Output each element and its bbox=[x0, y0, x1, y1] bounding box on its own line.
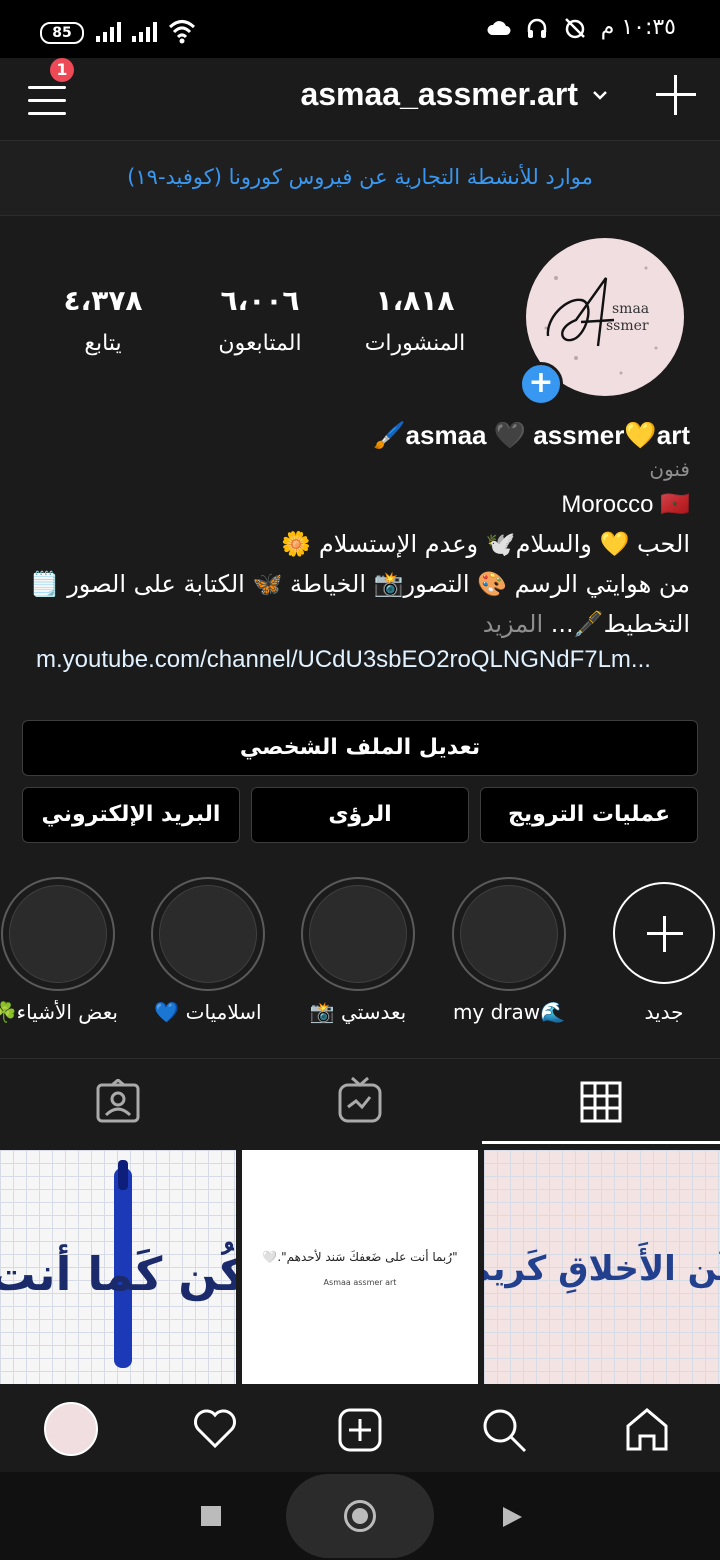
system-navigation-bar bbox=[0, 1472, 720, 1560]
new-highlight-button[interactable] bbox=[613, 882, 715, 984]
highlight-item[interactable] bbox=[151, 877, 265, 991]
active-tab-indicator bbox=[482, 1141, 720, 1144]
back-button[interactable] bbox=[500, 1505, 524, 1529]
highlight-item[interactable] bbox=[301, 877, 415, 991]
highlight-label: اسلاميات 💙 bbox=[154, 1000, 262, 1024]
svg-text:ssmer: ssmer bbox=[606, 318, 649, 334]
covid-resources-link[interactable]: موارد للأنشطة التجارية عن فيروس كورونا (… bbox=[127, 165, 593, 189]
bio-line-4-text: التخطيط🖋️... bbox=[550, 610, 690, 638]
home-icon[interactable] bbox=[624, 1406, 670, 1452]
bio-line-1: Morocco 🇲🇦 bbox=[561, 491, 690, 518]
menu-icon[interactable] bbox=[28, 80, 68, 115]
post-3-image: كُن الأَخلاقِ كَريم bbox=[484, 1241, 720, 1294]
account-switcher[interactable]: asmaa_assmer.art bbox=[300, 76, 608, 113]
svg-text:smaa: smaa bbox=[612, 301, 649, 317]
alarm-off-icon bbox=[564, 17, 585, 38]
website-link[interactable]: m.youtube.com/channel/UCdU3sbEO2roQLNGNd… bbox=[36, 646, 651, 674]
edit-profile-button[interactable]: تعديل الملف الشخصي bbox=[22, 720, 698, 776]
email-button[interactable]: البريد الإلكتروني bbox=[22, 787, 240, 843]
chevron-down-icon bbox=[593, 90, 607, 100]
post-thumbnail[interactable]: "رُبما أنت على ضَعفكَ سَند لأحدهم".🤍 Asm… bbox=[242, 1150, 478, 1384]
home-button[interactable] bbox=[286, 1474, 434, 1558]
highlight-item[interactable] bbox=[452, 877, 566, 991]
bio-line-2: الحب 💛 والسلام🕊️ وعدم الإستسلام 🌼 bbox=[281, 530, 690, 558]
headset-icon bbox=[527, 18, 546, 38]
profile-header: 1 asmaa_assmer.art bbox=[0, 58, 720, 141]
status-bar: 85 ١٠:٣٥ م bbox=[0, 0, 720, 58]
profile-tab-avatar[interactable] bbox=[44, 1402, 98, 1456]
heart-icon[interactable] bbox=[192, 1408, 238, 1450]
insights-button[interactable]: الرؤى bbox=[251, 787, 469, 843]
svg-text:كُن الأَخلاقِ كَريم: كُن الأَخلاقِ كَريم bbox=[484, 1241, 720, 1294]
notification-badge: 1 bbox=[50, 58, 74, 82]
bio-line-4: التخطيط🖋️... المزيد bbox=[483, 610, 690, 638]
posts-count[interactable]: ١،٨١٨ المنشورات bbox=[340, 284, 490, 356]
signal-icon bbox=[96, 20, 121, 42]
recent-apps-button[interactable] bbox=[201, 1506, 221, 1526]
tagged-icon[interactable] bbox=[96, 1079, 140, 1123]
post-thumbnail[interactable]: كُن كَما أنت bbox=[0, 1150, 236, 1384]
cloud-icon bbox=[487, 20, 511, 35]
new-highlight-label: جديد bbox=[644, 1000, 684, 1024]
covid-resources-banner[interactable]: موارد للأنشطة التجارية عن فيروس كورونا (… bbox=[0, 141, 720, 216]
following-count[interactable]: ٤،٣٧٨ يتابع bbox=[28, 284, 178, 356]
promotions-button[interactable]: عمليات الترويج bbox=[480, 787, 698, 843]
highlight-label: بعض الأشياء☘️ bbox=[0, 1000, 118, 1024]
search-icon[interactable] bbox=[480, 1406, 528, 1454]
more-link[interactable]: المزيد bbox=[483, 610, 543, 638]
highlight-label: بعدستي 📸 bbox=[309, 1000, 407, 1024]
bio-line-3: من هوايتي الرسم 🎨 التصور📸 الخياطة 🦋 الكت… bbox=[29, 570, 690, 598]
clock: ١٠:٣٥ م bbox=[600, 15, 676, 40]
bottom-navigation bbox=[0, 1386, 720, 1472]
battery-icon: 85 bbox=[40, 22, 84, 44]
signal-icon-2 bbox=[132, 20, 157, 42]
new-post-icon[interactable] bbox=[338, 1408, 382, 1452]
wifi-icon bbox=[168, 20, 196, 44]
display-name: 🖌️asmaa 🖤 assmer💛art bbox=[373, 420, 690, 450]
add-story-button[interactable]: + bbox=[519, 362, 563, 406]
highlight-label: my draw🌊 bbox=[452, 1000, 566, 1024]
post-thumbnail[interactable]: كُن الأَخلاقِ كَريم bbox=[484, 1150, 720, 1384]
post-1-image: كُن كَما أنت bbox=[0, 1160, 236, 1368]
post-2-credit: Asmaa assmer art bbox=[323, 1278, 397, 1287]
igtv-icon[interactable] bbox=[338, 1077, 382, 1123]
username: asmaa_assmer.art bbox=[300, 76, 578, 112]
highlight-item[interactable] bbox=[1, 877, 115, 991]
grid-icon[interactable] bbox=[580, 1081, 622, 1123]
create-post-icon[interactable] bbox=[656, 75, 696, 115]
svg-text:كُن كَما أنت: كُن كَما أنت bbox=[0, 1241, 236, 1301]
post-2-quote: "رُبما أنت على ضَعفكَ سَند لأحدهم".🤍 bbox=[262, 1250, 458, 1264]
category-label: فنون bbox=[649, 457, 690, 481]
profile-tabs bbox=[0, 1058, 720, 1147]
followers-count[interactable]: ٦،٠٠٦ المتابعون bbox=[185, 284, 335, 356]
